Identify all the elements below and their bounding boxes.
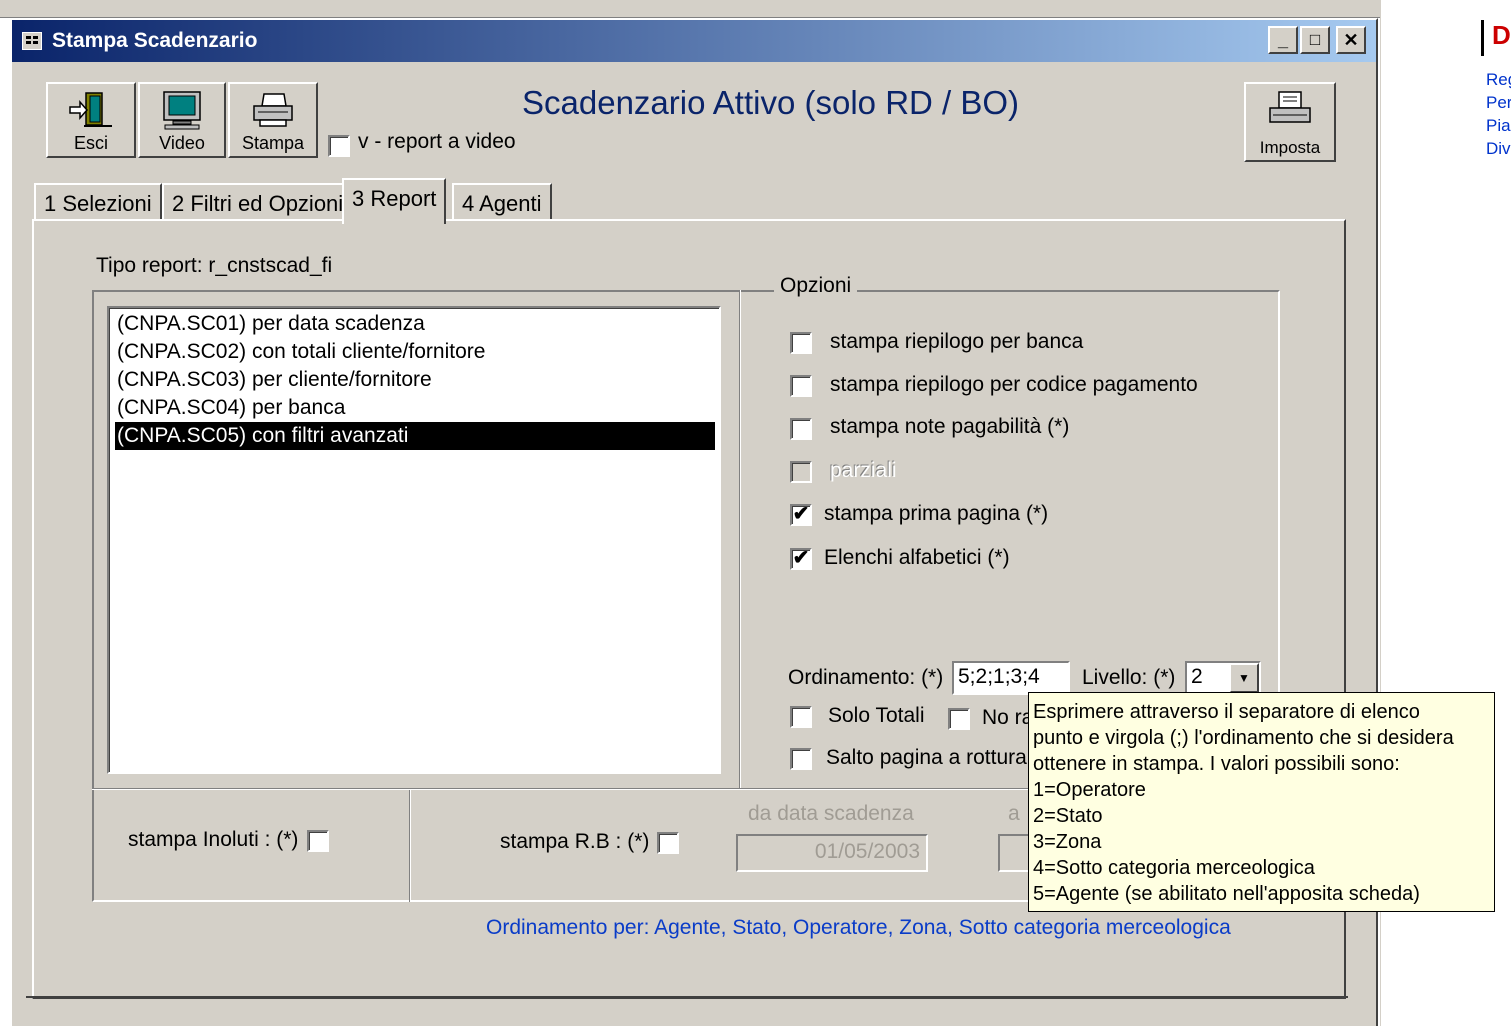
tooltip-line: 4=Sotto categoria merceologica <box>1033 857 1315 879</box>
printer-icon <box>253 93 293 127</box>
video-label: Video <box>159 133 205 153</box>
stampa-insoluti-label: stampa Inoluti : (*) <box>128 828 299 851</box>
imposta-button[interactable]: Imposta <box>1244 82 1336 162</box>
tooltip-line: 5=Agente (se abilitato nell'apposita sch… <box>1033 883 1420 905</box>
tooltip-line: ottenere in stampa. I valori possibili s… <box>1033 753 1400 775</box>
title-bar[interactable]: Stampa Scadenzario _ □ ✕ <box>12 20 1376 62</box>
background-link[interactable]: Per <box>1486 91 1511 114</box>
prima-pagina-checkbox[interactable]: ✔ <box>790 504 812 526</box>
list-item[interactable]: (CNPA.SC02) con totali cliente/fornitore <box>115 338 715 366</box>
livello-value: 2 <box>1191 665 1203 688</box>
elenchi-alfabetici-checkbox[interactable]: ✔ <box>790 548 812 570</box>
tooltip-line: 3=Zona <box>1033 831 1102 853</box>
stampa-insoluti-checkbox[interactable] <box>307 830 329 852</box>
report-video-checkbox[interactable] <box>328 135 350 157</box>
stampa-button[interactable]: Stampa <box>228 82 318 158</box>
note-pagabilita-label: stampa note pagabilità (*) <box>830 415 1070 438</box>
da-data-scadenza-label: da data scadenza <box>748 802 914 825</box>
note-pagabilita-checkbox[interactable] <box>790 418 812 440</box>
frame-divider <box>739 290 741 788</box>
background-links[interactable]: Reg Per Pia Div <box>1486 68 1511 160</box>
livello-select[interactable]: 2 ▼ <box>1185 661 1261 695</box>
solo-totali-checkbox[interactable] <box>790 706 812 728</box>
tab-selezioni[interactable]: 1 Selezioni <box>34 183 162 221</box>
stampa-label: Stampa <box>241 133 305 153</box>
riepilogo-banca-checkbox[interactable] <box>790 332 812 354</box>
riepilogo-codice-pagamento-label: stampa riepilogo per codice pagamento <box>830 373 1198 396</box>
stampa-rb-label: stampa R.B : (*) <box>500 830 650 853</box>
tooltip-line: punto e virgola (;) l'ordinamento che si… <box>1033 727 1454 749</box>
ordinamento-per-description: Ordinamento per: Agente, Stato, Operator… <box>486 916 1231 939</box>
no-ra-checkbox[interactable] <box>948 708 970 730</box>
solo-totali-label: Solo Totali <box>828 704 925 727</box>
elenchi-alfabetici-label: Elenchi alfabetici (*) <box>824 546 1010 569</box>
ordinamento-input[interactable]: 5;2;1;3;4 <box>952 661 1070 695</box>
maximize-button[interactable]: □ <box>1300 26 1330 54</box>
imposta-label: Imposta <box>1259 138 1321 157</box>
tooltip-line: 1=Operatore <box>1033 779 1146 801</box>
no-ra-label: No ra <box>982 706 1034 729</box>
riepilogo-banca-label: stampa riepilogo per banca <box>830 330 1084 353</box>
background-link[interactable]: Div <box>1486 137 1511 160</box>
monitor-icon <box>163 91 201 130</box>
tab-agenti[interactable]: 4 Agenti <box>452 183 552 221</box>
chevron-down-icon: ▼ <box>1238 671 1250 685</box>
esci-label: Esci <box>73 133 108 153</box>
report-video-label: v - report a video <box>358 130 516 153</box>
salto-pagina-label: Salto pagina a rottura <box>826 746 1027 769</box>
exit-door-icon <box>69 92 112 127</box>
background-window-letter: D <box>1481 20 1511 56</box>
page-setup-printer-icon <box>1269 91 1311 123</box>
page-title: Scadenzario Attivo (solo RD / BO) <box>522 84 1020 121</box>
prima-pagina-label: stampa prima pagina (*) <box>824 502 1049 525</box>
tab-filtri-opzioni[interactable]: 2 Filtri ed Opzioni <box>162 183 354 221</box>
parziali-checkbox[interactable] <box>790 461 812 483</box>
da-data-scadenza-input[interactable]: 01/05/2003 <box>736 834 928 872</box>
list-item[interactable]: (CNPA.SC01) per data scadenza <box>115 310 715 338</box>
a-data-label: a <box>1008 802 1020 825</box>
frame-divider <box>409 790 411 902</box>
livello-label: Livello: (*) <box>1082 666 1176 689</box>
esci-button[interactable]: Esci <box>46 82 136 158</box>
window-bottom-border <box>26 996 1348 998</box>
close-icon: ✕ <box>1343 30 1359 50</box>
livello-dropdown-button[interactable]: ▼ <box>1229 663 1259 693</box>
video-button[interactable]: Video <box>138 82 226 158</box>
tooltip-line: 2=Stato <box>1033 805 1103 827</box>
minimize-icon: _ <box>1277 30 1288 50</box>
list-item[interactable]: (CNPA.SC04) per banca <box>115 394 715 422</box>
tooltip-line: Esprimere attraverso il separatore di el… <box>1033 701 1420 723</box>
close-button[interactable]: ✕ <box>1336 26 1366 54</box>
stampa-rb-checkbox[interactable] <box>657 832 679 854</box>
form-icon[interactable] <box>22 32 42 50</box>
background-link[interactable]: Pia <box>1486 114 1511 137</box>
ordinamento-label: Ordinamento: (*) <box>788 666 944 689</box>
list-item-selected[interactable]: (CNPA.SC05) con filtri avanzati <box>115 422 715 450</box>
window-title: Stampa Scadenzario <box>52 29 258 52</box>
background-strip <box>0 0 1380 18</box>
tab-report[interactable]: 3 Report <box>342 178 447 224</box>
maximize-icon: □ <box>1309 30 1321 49</box>
report-listbox[interactable]: (CNPA.SC01) per data scadenza (CNPA.SC02… <box>107 306 721 774</box>
parziali-label: parziali <box>830 459 897 482</box>
riepilogo-codice-pagamento-checkbox[interactable] <box>790 375 812 397</box>
salto-pagina-checkbox[interactable] <box>790 748 812 770</box>
minimize-button[interactable]: _ <box>1268 26 1298 54</box>
background-link[interactable]: Reg <box>1486 68 1511 91</box>
list-item[interactable]: (CNPA.SC03) per cliente/fornitore <box>115 366 715 394</box>
ordinamento-tooltip: Esprimere attraverso il separatore di el… <box>1028 692 1495 912</box>
opzioni-legend: Opzioni <box>774 274 858 298</box>
tipo-report-label: Tipo report: r_cnstscad_fi <box>96 254 333 277</box>
